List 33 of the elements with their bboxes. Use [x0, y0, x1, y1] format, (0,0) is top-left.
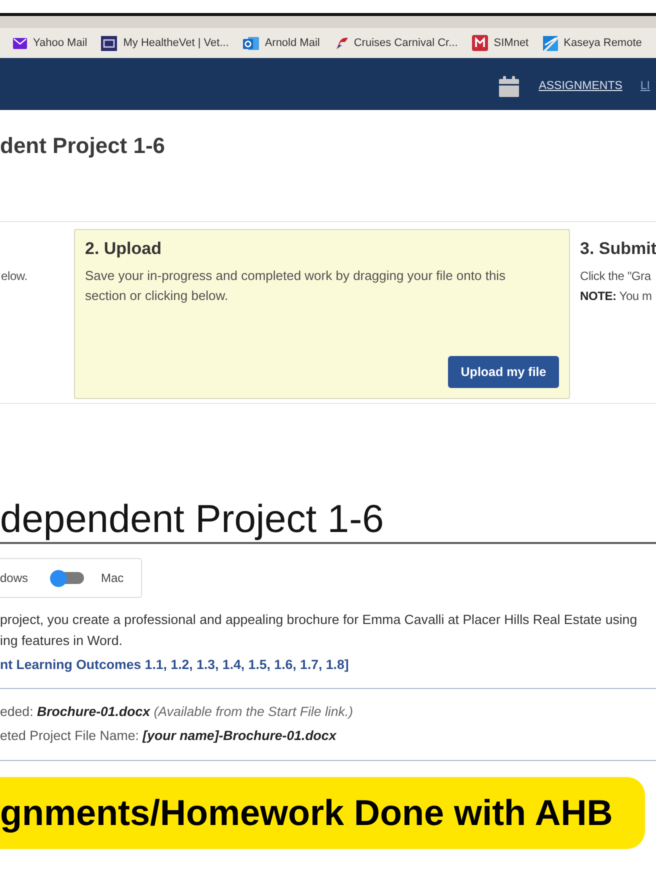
- upload-button[interactable]: Upload my file: [448, 356, 559, 388]
- step-description: Save your in-progress and completed work by dragging your file onto this section or clicking below.: [85, 267, 507, 305]
- tile-logo-icon: [472, 35, 488, 51]
- bookmark-link[interactable]: My HealtheVet | Vet...: [101, 36, 229, 50]
- upload-drop-zone[interactable]: 2. Upload Save your in-progress and completed work by dragging your file onto this section or clicking below. Upload my file: [74, 229, 570, 399]
- os-label: dows: [0, 571, 28, 585]
- bookmark-link[interactable]: Kaseya Remote: [542, 36, 642, 50]
- os-label: Mac: [101, 571, 124, 585]
- bookmark-link[interactable]: Cruises Carnival Cr...: [334, 36, 458, 50]
- badge-icon: [101, 36, 118, 50]
- file-info-text: eded: Brochure-01.docx (Available from the Start File link.): [0, 703, 354, 721]
- bookmark-link[interactable]: SIMnet: [472, 35, 529, 51]
- envelope-icon: [13, 38, 27, 48]
- kite-icon: [542, 36, 558, 50]
- file-info-text: eted Project File Name: [your name]-Brochure-01.docx: [0, 727, 336, 745]
- step-description: Click the "Gra: [580, 268, 651, 285]
- step-description: elow.: [1, 268, 28, 285]
- page-title: dent Project 1-6: [0, 132, 166, 160]
- description-text: project, you create a professional and appealing brochure for Emma Cavalli at Placer Hills Real Estate using ing features in Word.: [0, 611, 638, 650]
- nav-link[interactable]: ASSIGNMENTS: [538, 80, 622, 92]
- learning-outcomes-link[interactable]: nt Learning Outcomes 1.1, 1.2, 1.3, 1.4, 1.5, 1.6, 1.7, 1.8]: [0, 654, 349, 675]
- mail-app-icon: [242, 36, 259, 50]
- bookmark-link[interactable]: Arnold Mail: [242, 36, 320, 50]
- funnel-icon: [334, 36, 348, 50]
- calendar-icon[interactable]: [498, 76, 519, 96]
- promo-banner: gnments/Homework Done with AHB: [0, 777, 645, 849]
- step-title: 3. Submit: [580, 238, 656, 260]
- nav-link[interactable]: LI: [640, 80, 650, 92]
- toggle-switch[interactable]: [50, 570, 84, 586]
- bookmark-link[interactable]: Yahoo Mail: [13, 37, 88, 49]
- step-title: 2. Upload: [85, 238, 162, 260]
- step-description: NOTE: You m: [580, 288, 652, 305]
- project-heading: dependent Project 1-6: [0, 498, 656, 544]
